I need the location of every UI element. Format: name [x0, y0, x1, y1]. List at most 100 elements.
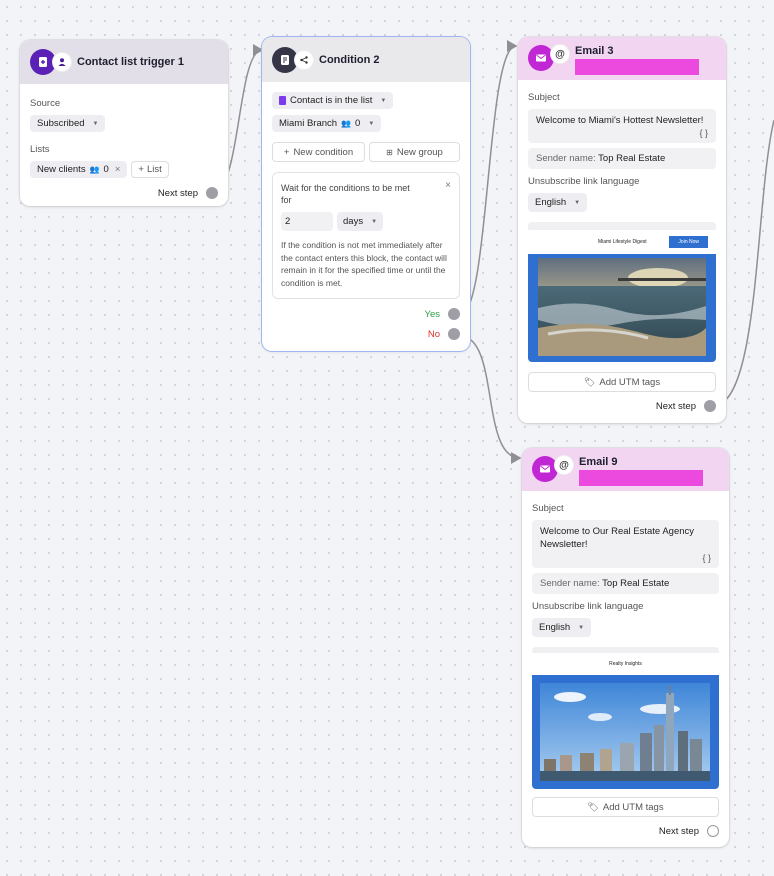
email3-card[interactable]: @ Email 3 Subject Welcome to Miami's Hot… — [518, 37, 726, 423]
new-condition-button[interactable]: + New condition — [272, 142, 365, 162]
subject-value: Welcome to Miami's Hottest Newsletter! — [536, 115, 704, 126]
wait-unit-select[interactable]: days ▼ — [337, 212, 384, 231]
email9-card[interactable]: @ Email 9 Subject Welcome to Our Real Es… — [522, 448, 729, 847]
email3-icon — [528, 45, 554, 71]
sender-value: Top Real Estate — [598, 153, 666, 164]
split-icon — [295, 50, 313, 69]
people-icon: 👥 — [89, 165, 100, 174]
next-step-handle[interactable] — [707, 825, 719, 837]
condition-rule-select[interactable]: Contact is in the list ▼ — [272, 92, 394, 109]
language-value: English — [539, 622, 571, 633]
chevron-down-icon: ▼ — [380, 97, 387, 104]
sender-field[interactable]: Sender name: Top Real Estate — [528, 148, 716, 169]
braces-icon[interactable]: { } — [536, 128, 708, 138]
redacted-block — [579, 470, 703, 486]
sender-field[interactable]: Sender name: Top Real Estate — [532, 573, 719, 594]
trigger-card[interactable]: Contact list trigger 1 Source Subscribed… — [20, 40, 228, 206]
new-group-button[interactable]: ⊞ New group — [368, 142, 460, 162]
tag-icon: 🏷 — [583, 376, 596, 387]
source-value: Subscribed — [37, 118, 85, 129]
chevron-down-icon: ▼ — [578, 624, 585, 631]
sender-value: Top Real Estate — [602, 578, 670, 589]
trigger-header: Contact list trigger 1 — [20, 40, 228, 84]
chevron-down-icon: ▼ — [92, 120, 99, 127]
email9-title: Email 9 — [579, 456, 618, 468]
wait-unit: days — [343, 216, 364, 227]
new-condition-label: New condition — [293, 146, 354, 158]
wait-info-text: If the condition is not met immediately … — [281, 240, 447, 288]
unsub-label: Unsubscribe link language — [528, 176, 640, 187]
close-icon[interactable]: × — [115, 164, 121, 175]
branch-select[interactable]: Miami Branch 👥 0 ▼ — [272, 115, 382, 132]
chevron-down-icon: ▼ — [574, 199, 581, 206]
language-select[interactable]: English ▼ — [528, 193, 588, 212]
list-chip-count: 0 — [103, 164, 109, 175]
yes-handle[interactable] — [448, 308, 460, 320]
subject-field[interactable]: Welcome to Miami's Hottest Newsletter! {… — [528, 109, 716, 143]
preview-title: Realty Insights — [609, 661, 642, 667]
next-step-label: Next step — [157, 187, 198, 199]
wait-value: 2 — [285, 216, 291, 227]
add-list-label: List — [146, 164, 162, 175]
wait-text: Wait for the conditions to be met for — [281, 183, 410, 205]
next-step-label: Next step — [658, 825, 699, 837]
at-icon: @ — [551, 45, 569, 63]
trigger-title: Contact list trigger 1 — [77, 56, 184, 68]
preview-beach-image — [528, 254, 716, 362]
subject-label: Subject — [528, 92, 560, 103]
list-icon — [279, 96, 286, 105]
add-utm-label: Add UTM tags — [599, 376, 661, 388]
email9-header: @ Email 9 — [522, 448, 729, 491]
no-label: No — [427, 328, 440, 340]
braces-icon[interactable]: { } — [540, 553, 711, 563]
next-step-handle[interactable] — [704, 400, 716, 412]
condition-card[interactable]: Condition 2 Contact is in the list ▼ Mia… — [262, 37, 470, 351]
connector-no-to-email9 — [459, 335, 522, 464]
plus-icon: + — [283, 146, 290, 158]
subject-label: Subject — [532, 503, 564, 514]
condition-title: Condition 2 — [319, 53, 380, 66]
next-step-handle[interactable] — [206, 187, 218, 199]
unsub-label: Unsubscribe link language — [532, 601, 644, 612]
list-chip-label: New clients — [37, 164, 86, 175]
branch-label: Miami Branch — [279, 118, 338, 129]
at-icon: @ — [555, 456, 573, 474]
subject-field[interactable]: Welcome to Our Real Estate Agency Newsle… — [532, 520, 719, 568]
list-chip[interactable]: New clients 👥 0 × — [30, 161, 128, 178]
redacted-block — [575, 59, 699, 75]
email3-title: Email 3 — [575, 45, 614, 57]
source-select[interactable]: Subscribed ▼ — [30, 115, 106, 132]
group-icon: ⊞ — [386, 147, 393, 157]
add-utm-button[interactable]: 🏷 Add UTM tags — [532, 797, 719, 817]
sender-label: Sender name: — [536, 153, 596, 164]
preview-title: Miami Lifestyle Digest — [598, 239, 647, 245]
preview-city-image — [532, 675, 719, 789]
email9-icon — [532, 456, 558, 482]
add-list-button[interactable]: + List — [131, 161, 169, 178]
branch-count: 0 — [355, 118, 361, 129]
email3-header: @ Email 3 — [518, 37, 726, 80]
email3-preview[interactable]: Miami Lifestyle Digest Join Now — [528, 222, 716, 362]
plus-icon: + — [138, 164, 144, 175]
email9-preview[interactable]: Realty Insights — [532, 647, 719, 789]
chevron-down-icon: ▼ — [371, 218, 378, 225]
person-icon — [53, 53, 71, 71]
wait-value-input[interactable]: 2 — [281, 212, 333, 231]
tag-icon: 🏷 — [587, 801, 599, 812]
new-group-label: New group — [396, 146, 443, 158]
condition-rule: Contact is in the list — [290, 95, 373, 106]
language-select[interactable]: English ▼ — [532, 618, 592, 637]
preview-join-button: Join Now — [669, 236, 708, 248]
chevron-down-icon: ▼ — [368, 120, 375, 127]
no-handle[interactable] — [448, 328, 460, 340]
sender-label: Sender name: — [540, 578, 600, 589]
add-utm-button[interactable]: 🏷 Add UTM tags — [528, 372, 716, 392]
close-icon[interactable]: × — [445, 180, 451, 191]
source-label: Source — [30, 98, 61, 109]
next-step-label: Next step — [655, 400, 696, 412]
condition-header: Condition 2 — [262, 37, 470, 82]
subject-value: Welcome to Our Real Estate Agency Newsle… — [540, 526, 695, 550]
wait-box: × Wait for the conditions to be met for … — [272, 172, 460, 299]
language-value: English — [535, 197, 567, 208]
lists-label: Lists — [30, 144, 50, 155]
